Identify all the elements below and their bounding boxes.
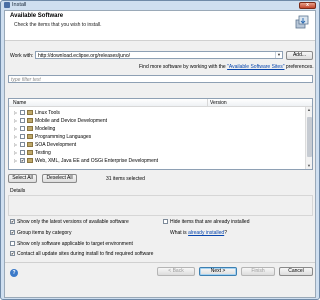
row-name: Modeling <box>35 126 56 132</box>
more-software-prefix: Find more software by working with the <box>139 64 226 70</box>
expand-arrow-icon[interactable]: ▷ <box>14 110 17 115</box>
table-header: Name Version <box>9 99 312 107</box>
chevron-down-icon[interactable]: ▼ <box>275 52 282 58</box>
back-button[interactable]: < Back <box>157 267 195 276</box>
cancel-button[interactable]: Cancel <box>279 267 313 276</box>
row-name: Web, XML, Java EE and OSGi Enterprise De… <box>35 158 159 164</box>
work-with-value: http://download.eclipse.org/releases/jun… <box>38 53 131 59</box>
scroll-up-icon[interactable]: ▲ <box>306 107 312 113</box>
row-name: Linux Tools <box>35 110 60 116</box>
deselect-all-button[interactable]: Deselect All <box>42 174 77 183</box>
hide-installed-label: Hide items that are already installed <box>170 219 250 225</box>
hide-installed-checkbox[interactable] <box>163 219 168 224</box>
more-software-text: Find more software by working with the "… <box>139 64 314 70</box>
table-row[interactable]: ▷ SOA Development <box>9 141 305 148</box>
row-checkbox[interactable] <box>20 110 25 115</box>
filter-placeholder: type filter text <box>11 77 41 83</box>
row-checkbox[interactable] <box>20 150 25 155</box>
row-checkbox[interactable]: ✔ <box>20 158 25 163</box>
category-icon <box>27 110 33 115</box>
row-name: Programming Languages <box>35 134 92 140</box>
table-row[interactable]: ▷ Programming Languages <box>9 133 305 140</box>
table-row[interactable]: ▷ Testing <box>9 149 305 156</box>
latest-versions-label: Show only the latest versions of availab… <box>17 219 129 225</box>
table-scrollbar[interactable]: ▲ ▼ <box>305 107 312 169</box>
add-site-button[interactable]: Add... <box>286 51 313 60</box>
table-row[interactable]: ▷ Linux Tools <box>9 109 305 116</box>
software-tree-table[interactable]: Name Version ▷ Linux Tools ▷ Mobile and … <box>8 98 313 170</box>
row-name: Mobile and Device Development <box>35 118 107 124</box>
row-name: SOA Development <box>35 142 77 148</box>
work-with-combo[interactable]: http://download.eclipse.org/releases/jun… <box>35 51 283 59</box>
title-bar[interactable]: Install x <box>1 1 319 10</box>
contact-sites-checkbox[interactable]: ✔ <box>10 251 15 256</box>
column-version[interactable]: Version <box>210 100 227 106</box>
finish-button[interactable]: Finish <box>241 267 275 276</box>
what-is-installed-text: What is already installed? <box>170 230 227 236</box>
expand-arrow-icon[interactable]: ▷ <box>14 134 17 139</box>
group-by-category-checkbox[interactable]: ✔ <box>10 230 15 235</box>
eclipse-app-icon <box>4 2 10 8</box>
filter-input[interactable]: type filter text <box>8 75 313 83</box>
expand-arrow-icon[interactable]: ▷ <box>14 118 17 123</box>
category-icon <box>27 150 33 155</box>
selection-status: 31 items selected <box>106 176 145 182</box>
help-icon[interactable]: ? <box>10 269 18 277</box>
expand-arrow-icon[interactable]: ▷ <box>14 158 17 163</box>
table-row[interactable]: ▷ Modeling <box>9 125 305 132</box>
page-title: Available Software <box>10 13 64 19</box>
row-checkbox[interactable] <box>20 134 25 139</box>
close-button[interactable]: x <box>299 2 316 9</box>
wizard-header: Available Software Check the items that … <box>5 11 315 41</box>
target-env-label: Show only software applicable to target … <box>17 241 133 247</box>
row-name: Testing <box>35 150 51 156</box>
latest-versions-checkbox[interactable]: ✔ <box>10 219 15 224</box>
category-icon <box>27 118 33 123</box>
details-area <box>8 195 313 216</box>
work-with-label: Work with: <box>10 53 34 59</box>
more-software-suffix: preferences. <box>285 64 314 70</box>
already-installed-link[interactable]: already installed <box>188 230 224 236</box>
expand-arrow-icon[interactable]: ▷ <box>14 142 17 147</box>
available-sites-link[interactable]: "Available Software Sites" <box>227 64 284 70</box>
group-by-category-label: Group items by category <box>17 230 72 236</box>
table-row[interactable]: ▷ Mobile and Device Development <box>9 117 305 124</box>
expand-arrow-icon[interactable]: ▷ <box>14 150 17 155</box>
table-row[interactable]: ▷ ✔ Web, XML, Java EE and OSGi Enterpris… <box>9 157 305 164</box>
row-checkbox[interactable] <box>20 118 25 123</box>
select-all-button[interactable]: Select All <box>8 174 37 183</box>
category-icon <box>27 158 33 163</box>
column-separator <box>207 99 208 107</box>
row-checkbox[interactable] <box>20 126 25 131</box>
category-icon <box>27 142 33 147</box>
scrollbar-thumb[interactable] <box>307 117 312 157</box>
window-title: Install <box>12 2 27 8</box>
category-icon <box>27 134 33 139</box>
expand-arrow-icon[interactable]: ▷ <box>14 126 17 131</box>
column-name[interactable]: Name <box>13 100 26 106</box>
details-label: Details <box>10 188 26 194</box>
contact-sites-label: Contact all update sites during install … <box>17 251 154 257</box>
what-is-suffix: ? <box>224 230 227 236</box>
target-env-checkbox[interactable] <box>10 241 15 246</box>
install-dialog: Install x Available Software Check the i… <box>0 0 320 300</box>
category-icon <box>27 126 33 131</box>
dialog-client-area: Available Software Check the items that … <box>4 10 316 298</box>
row-checkbox[interactable] <box>20 142 25 147</box>
page-description: Check the items that you wish to install… <box>14 22 102 28</box>
what-is-prefix: What is <box>170 230 187 236</box>
install-banner-icon <box>295 15 309 29</box>
next-button[interactable]: Next > <box>199 267 237 276</box>
scroll-down-icon[interactable]: ▼ <box>306 163 312 169</box>
footer-separator <box>5 262 315 263</box>
